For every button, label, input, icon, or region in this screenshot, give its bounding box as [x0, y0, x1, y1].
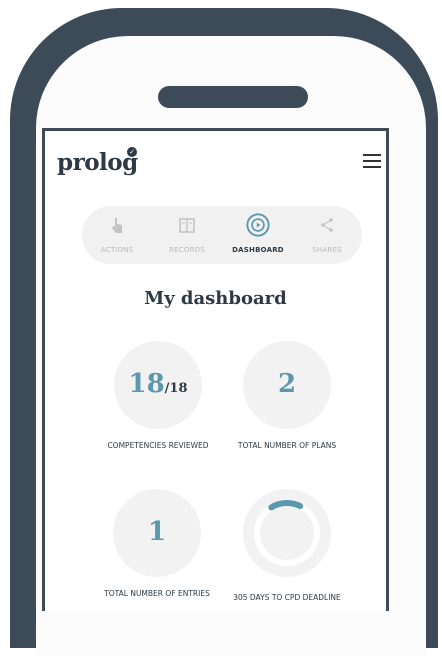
competencies-value: 18 — [128, 369, 165, 399]
tab-records-label: RECORDS — [169, 246, 205, 254]
competencies-total: /18 — [164, 381, 188, 396]
tab-bar: ACTIONS RECORDS DASHBOARD SHARES — [82, 206, 362, 264]
logo-check-icon: ✓ — [127, 147, 137, 157]
share-icon — [321, 218, 333, 232]
tab-dashboard-label: DASHBOARD — [232, 246, 284, 254]
book-icon — [179, 218, 195, 233]
stat-value-wrapper: 18/18 — [83, 369, 233, 404]
deadline-progress-ring — [254, 500, 320, 566]
deadline-progress-arc — [268, 500, 304, 511]
tab-records[interactable]: RECORDS — [152, 206, 222, 264]
app-screen: prolog ✓ ACTIONS RECORDS DASHBOARD SHARE… — [42, 128, 389, 611]
hamburger-menu-icon[interactable] — [363, 153, 381, 169]
entries-value: 1 — [147, 517, 167, 547]
dashboard-icon — [246, 213, 270, 237]
plans-label: TOTAL NUMBER OF PLANS — [237, 441, 337, 450]
tab-dashboard[interactable]: DASHBOARD — [222, 206, 294, 264]
tab-shares[interactable]: SHARES — [294, 206, 360, 264]
tab-actions-label: ACTIONS — [100, 246, 134, 254]
deadline-label: 305 DAYS TO CPD DEADLINE — [233, 593, 341, 602]
tab-shares-label: SHARES — [312, 246, 342, 254]
tab-actions[interactable]: ACTIONS — [82, 206, 152, 264]
phone-speaker — [158, 86, 308, 108]
page-title: My dashboard — [144, 288, 287, 309]
hand-pointer-icon — [112, 218, 122, 233]
app-logo[interactable]: prolog — [57, 149, 138, 176]
plans-value: 2 — [277, 369, 297, 399]
